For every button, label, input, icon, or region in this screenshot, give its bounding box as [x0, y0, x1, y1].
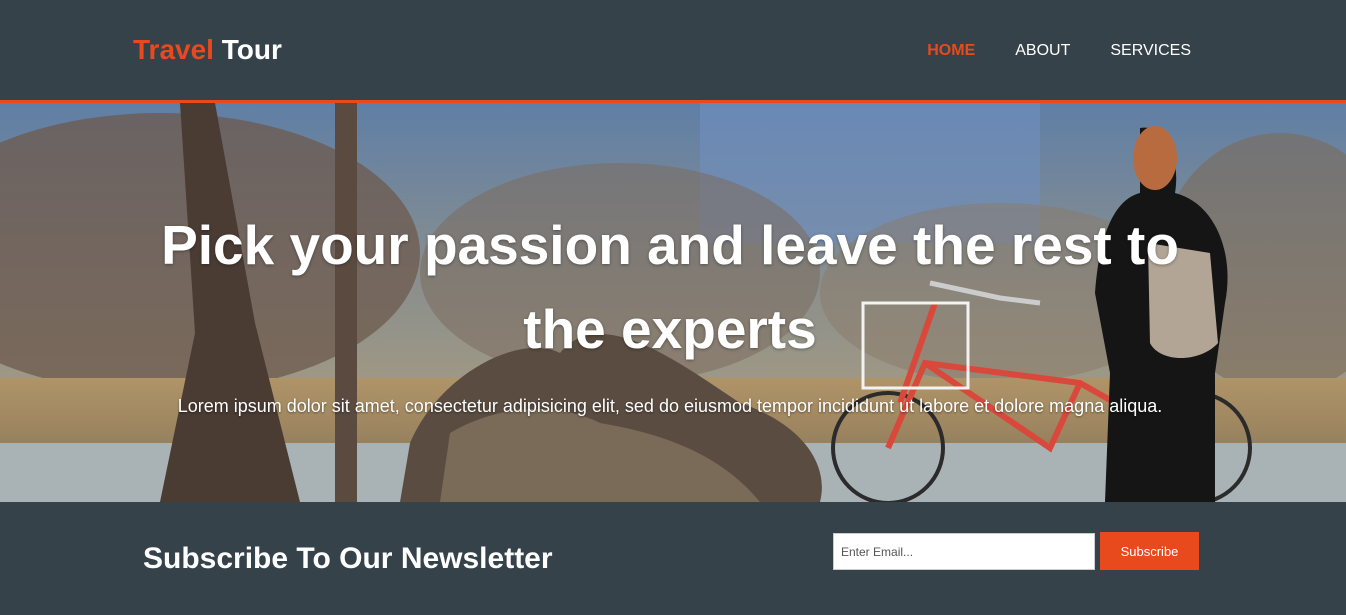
hero-text: Lorem ipsum dolor sit amet, consectetur … [177, 396, 1163, 416]
nav-link-services[interactable]: SERVICES [1110, 42, 1191, 60]
logo-highlight: Travel [133, 34, 214, 65]
nav-link-home[interactable]: HOME [927, 42, 975, 60]
newsletter-section: Subscribe To Our Newsletter Subscribe [0, 502, 1346, 615]
main-nav: HOME ABOUT SERVICES [927, 42, 1191, 60]
site-logo[interactable]: Travel Tour [133, 34, 282, 66]
nav-link-about[interactable]: ABOUT [1015, 42, 1070, 60]
logo-text: Tour [221, 34, 282, 65]
hero-title: Pick your passion and leave the rest to … [161, 214, 1179, 360]
hero-section: Pick your passion and leave the rest to … [0, 103, 1346, 502]
newsletter-heading: Subscribe To Our Newsletter [143, 542, 553, 575]
subscribe-button[interactable]: Subscribe [1100, 532, 1199, 570]
email-input[interactable] [833, 533, 1095, 570]
site-header: Travel Tour HOME ABOUT SERVICES [0, 0, 1346, 103]
